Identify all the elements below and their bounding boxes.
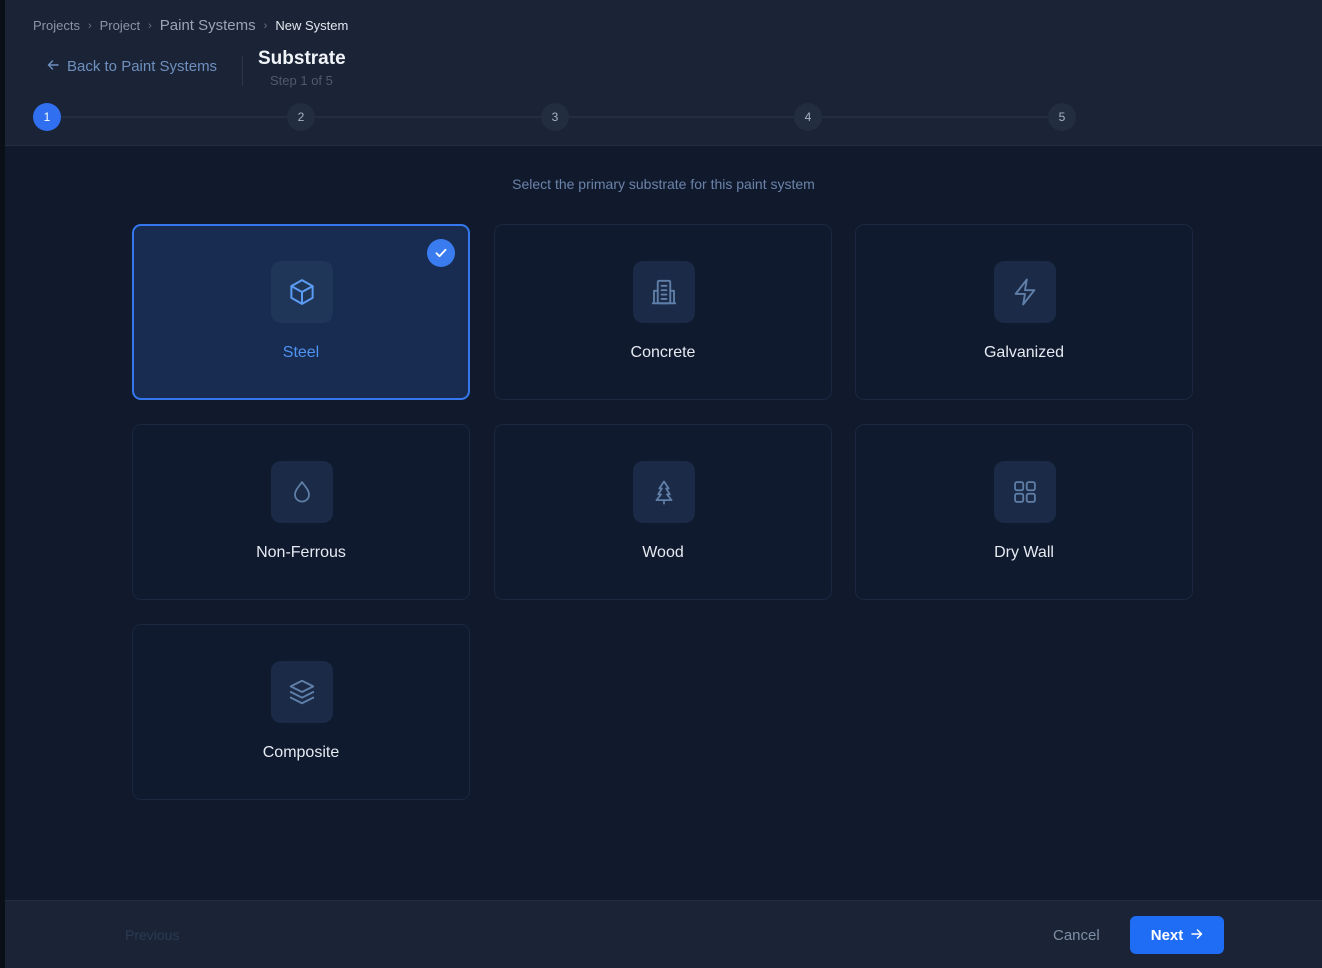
substrate-card-composite[interactable]: Composite [132, 624, 470, 800]
wizard-footer: Previous Cancel Next [5, 900, 1322, 968]
grid-icon [994, 461, 1056, 523]
lightning-icon [994, 261, 1056, 323]
step-4-indicator[interactable]: 4 [794, 103, 822, 131]
back-to-paint-systems-link[interactable]: Back to Paint Systems [47, 58, 217, 75]
instruction-text: Select the primary substrate for this pa… [512, 176, 815, 192]
step-5-indicator[interactable]: 5 [1048, 103, 1076, 131]
stepper-connector [61, 116, 287, 118]
cube-icon [271, 261, 333, 323]
stepper-connector [315, 116, 541, 118]
substrate-label: Galvanized [983, 344, 1065, 361]
stepper-connector [822, 116, 1048, 118]
breadcrumb-paint-systems[interactable]: Paint Systems [160, 17, 256, 34]
next-button[interactable]: Next [1130, 916, 1224, 954]
step-counter: Step 1 of 5 [270, 73, 333, 88]
app-window: Projects › Project › Paint Systems › New… [5, 0, 1322, 968]
building-icon [633, 261, 695, 323]
arrow-left-icon [47, 58, 67, 75]
next-button-label: Next [1150, 926, 1184, 944]
wizard-header: Projects › Project › Paint Systems › New… [5, 0, 1322, 146]
substrate-card-concrete[interactable]: Concrete [494, 224, 832, 400]
breadcrumb-new-system: New System [275, 18, 349, 33]
droplet-icon [271, 461, 333, 523]
substrate-label: Composite [262, 744, 340, 761]
step-1-indicator[interactable]: 1 [33, 103, 61, 131]
stepper-connector [569, 116, 794, 118]
substrate-card-dry-wall[interactable]: Dry Wall [855, 424, 1193, 600]
cancel-button[interactable]: Cancel [1053, 927, 1100, 944]
substrate-card-steel[interactable]: Steel [132, 224, 470, 400]
header-divider [242, 56, 243, 86]
substrate-label: Concrete [630, 344, 696, 361]
step-2-indicator[interactable]: 2 [287, 103, 315, 131]
arrow-right-icon [1183, 927, 1203, 944]
substrate-label: Wood [642, 544, 684, 561]
page-title: Substrate [258, 48, 346, 69]
breadcrumb-project[interactable]: Project [100, 18, 140, 33]
substrate-card-wood[interactable]: Wood [494, 424, 832, 600]
substrate-card-non-ferrous[interactable]: Non-Ferrous [132, 424, 470, 600]
substrate-label: Non-Ferrous [256, 544, 346, 561]
check-icon [427, 239, 455, 267]
back-link-label: Back to Paint Systems [67, 58, 218, 75]
breadcrumb-projects[interactable]: Projects [33, 18, 80, 33]
breadcrumb-separator: › [148, 19, 152, 32]
stepper: 1 2 3 4 5 [33, 103, 1076, 131]
tree-icon [633, 461, 695, 523]
breadcrumb-separator: › [263, 19, 268, 32]
step-3-indicator[interactable]: 3 [541, 103, 569, 131]
breadcrumb: Projects › Project › Paint Systems › New… [33, 17, 348, 34]
substrate-label: Dry Wall [994, 544, 1054, 561]
breadcrumb-separator: › [87, 19, 92, 32]
layers-icon [271, 661, 333, 723]
previous-button[interactable]: Previous [125, 927, 179, 943]
substrate-label: Steel [282, 344, 320, 361]
substrate-card-galvanized[interactable]: Galvanized [855, 224, 1193, 400]
